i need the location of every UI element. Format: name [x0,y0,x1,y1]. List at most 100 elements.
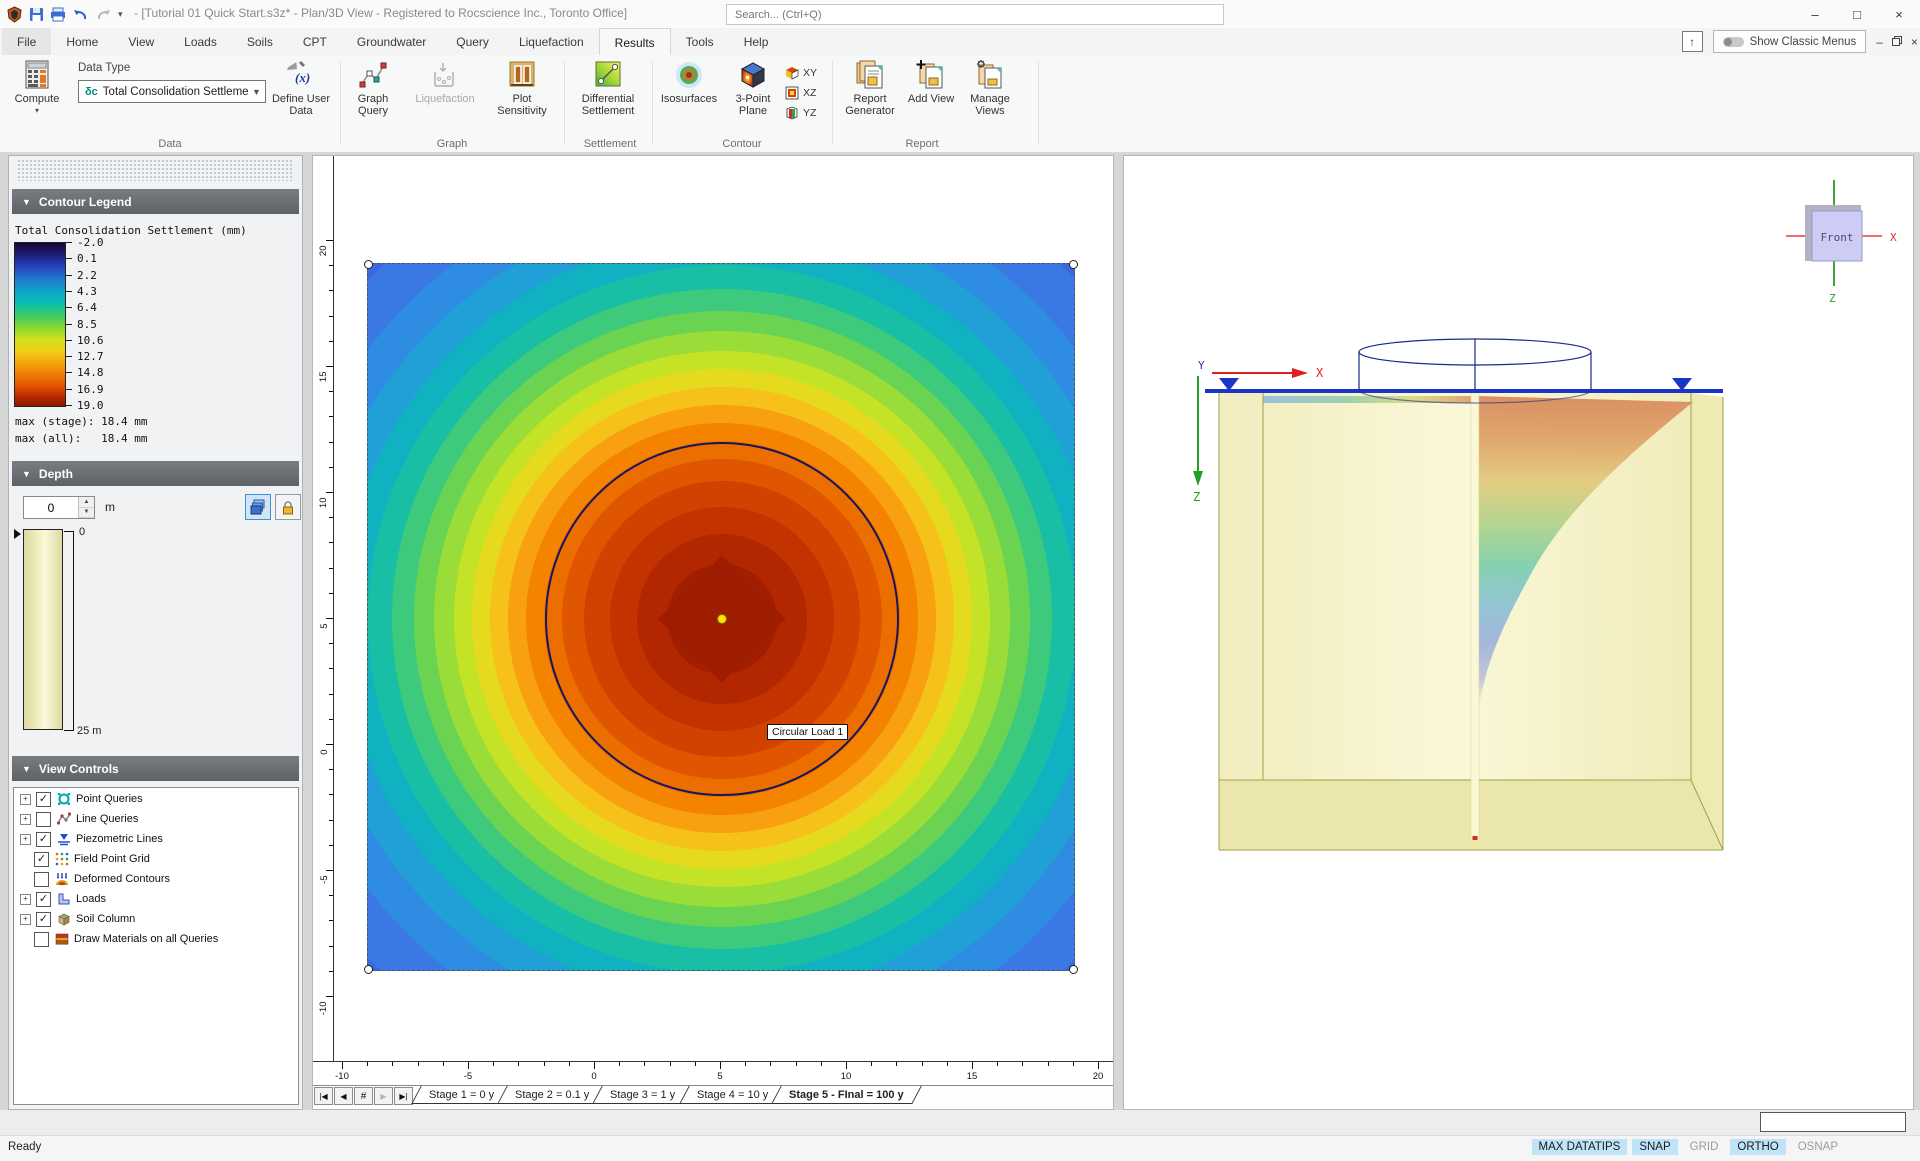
stage-tab-3[interactable]: Stage 3 = 1 y [592,1086,694,1104]
contour-legend-header[interactable]: ▼ Contour Legend [12,189,299,214]
tab-home[interactable]: Home [51,28,113,55]
depth-value-input[interactable] [24,497,78,518]
plane-xy-button[interactable]: XY [784,64,817,82]
tab-query[interactable]: Query [441,28,504,55]
tab-file[interactable]: File [2,28,52,55]
depth-marker-icon[interactable] [14,529,21,539]
toggle-ortho[interactable]: ORTHO [1730,1139,1786,1155]
view-controls-header[interactable]: ▼ View Controls [12,756,299,781]
tree-item-deformed-contours[interactable]: Deformed Contours [20,870,298,888]
tab-liquefaction[interactable]: Liquefaction [504,28,599,55]
orientation-cube[interactable]: Front X Z [1786,180,1897,305]
toggle-grid[interactable]: GRID [1683,1139,1726,1155]
three-point-plane-button[interactable]: 3-Point Plane [726,60,780,117]
stage-tab-4[interactable]: Stage 4 = 10 y [678,1086,786,1104]
next-stage-button[interactable]: ▶ [374,1087,393,1105]
corner-handle[interactable] [1069,260,1078,269]
toggle-osnap[interactable]: OSNAP [1791,1139,1845,1155]
compute-dropdown-arrow[interactable]: ▾ [8,105,66,117]
search-input[interactable] [726,4,1224,25]
plane-yz-button[interactable]: YZ [784,104,817,122]
tree-item-piezometric-lines[interactable]: + Piezometric Lines [20,830,298,848]
corner-handle[interactable] [364,260,373,269]
define-user-data-button[interactable]: (x) Define User Data [268,60,334,117]
stage-number-button[interactable]: # [354,1087,373,1105]
tab-cpt[interactable]: CPT [288,28,342,55]
soil-column-3d[interactable] [1470,392,1480,839]
undo-icon[interactable] [72,7,89,22]
tree-item-field-point-grid[interactable]: Field Point Grid [20,850,298,868]
mdi-close-button[interactable]: × [1911,35,1918,49]
checkbox[interactable] [34,871,49,887]
toggle-max-datatips[interactable]: MAX DATATIPS [1531,1139,1628,1155]
expander-icon[interactable]: + [20,813,31,825]
mdi-restore-button[interactable] [1891,35,1902,49]
checkbox[interactable] [36,831,51,847]
stage-tab-5[interactable]: Stage 5 - FInal = 100 y [771,1086,922,1104]
tree-item-point-queries[interactable]: + Point Queries [20,790,298,808]
spin-up-icon[interactable]: ▲ [79,497,94,508]
previous-stage-button[interactable]: ◀ [334,1087,353,1105]
show-classic-menus-toggle[interactable]: Show Classic Menus [1712,30,1867,53]
manage-views-button[interactable]: Manage Views [960,60,1020,117]
load-center-point[interactable] [717,614,727,624]
compute-button[interactable]: Compute ▾ [8,60,66,117]
combo-dropdown-icon[interactable]: ▼ [248,87,265,97]
data-type-combobox[interactable]: δc Total Consolidation Settlement ▼ [78,80,266,103]
expander-icon[interactable]: + [20,893,31,905]
tab-results[interactable]: Results [598,28,671,56]
expander-icon[interactable]: + [20,793,31,805]
collapse-ribbon-icon[interactable]: ↑ [1681,31,1703,52]
tab-soils[interactable]: Soils [232,28,288,55]
expander-icon[interactable]: + [20,913,31,925]
plane-xz-button[interactable]: XZ [784,84,817,102]
tab-groundwater[interactable]: Groundwater [342,28,441,55]
stage-tab-1[interactable]: Stage 1 = 0 y [411,1086,512,1104]
tab-help[interactable]: Help [729,28,784,55]
isosurfaces-button[interactable]: Isosurfaces [656,60,722,105]
first-stage-button[interactable]: |◀ [314,1087,333,1105]
soil-column-preview[interactable] [23,529,63,730]
app-logo-icon[interactable] [6,5,23,23]
tree-item-loads[interactable]: + Loads [20,890,298,908]
tab-tools[interactable]: Tools [671,28,729,55]
save-icon[interactable] [29,7,44,22]
tab-view[interactable]: View [113,28,169,55]
corner-handle[interactable] [364,965,373,974]
add-view-button[interactable]: Add View [906,60,956,105]
last-stage-button[interactable]: ▶| [394,1087,413,1105]
graph-query-button[interactable]: Graph Query [344,60,402,117]
checkbox[interactable] [36,811,51,827]
mdi-minimize-button[interactable]: – [1876,35,1883,49]
window-close-button[interactable]: × [1878,0,1920,28]
spin-down-icon[interactable]: ▼ [79,507,94,518]
show-all-layers-button[interactable] [245,494,271,520]
checkbox[interactable] [36,911,51,927]
depth-header[interactable]: ▼ Depth [12,461,299,486]
checkbox[interactable] [34,931,49,947]
qat-customize-icon[interactable]: ▾ [118,9,123,20]
toggle-snap[interactable]: SNAP [1632,1139,1678,1155]
checkbox[interactable] [36,791,51,807]
stage-tab-2[interactable]: Stage 2 = 0.1 y [497,1086,608,1104]
report-generator-button[interactable]: Report Generator [838,60,902,117]
print-icon[interactable] [50,7,66,22]
checkbox[interactable] [34,851,49,867]
plan-view-panel[interactable]: 20 15 10 5 0 -5 -10 -10 -5 0 5 10 15 20 Circular Loa… [312,155,1114,1110]
lock-depth-button[interactable] [275,494,301,520]
tree-item-draw-materials[interactable]: Draw Materials on all Queries [20,930,298,948]
contour-plot[interactable]: Circular Load 1 [364,260,1078,974]
plot-sensitivity-button[interactable]: Plot Sensitivity [488,60,556,117]
differential-settlement-button[interactable]: Differential Settlement [568,60,648,117]
expander-icon[interactable]: + [20,833,31,845]
view-3d-panel[interactable]: X Y Z Front X Z [1123,155,1914,1110]
tab-loads[interactable]: Loads [169,28,232,55]
window-minimize-button[interactable]: – [1794,0,1836,28]
panel-drag-handle[interactable] [17,159,294,181]
corner-handle[interactable] [1069,965,1078,974]
redo-icon[interactable] [95,7,112,22]
tree-item-line-queries[interactable]: + Line Queries [20,810,298,828]
window-maximize-button[interactable]: □ [1836,0,1878,28]
tree-item-soil-column[interactable]: + Soil Column [20,910,298,928]
checkbox[interactable] [36,891,51,907]
